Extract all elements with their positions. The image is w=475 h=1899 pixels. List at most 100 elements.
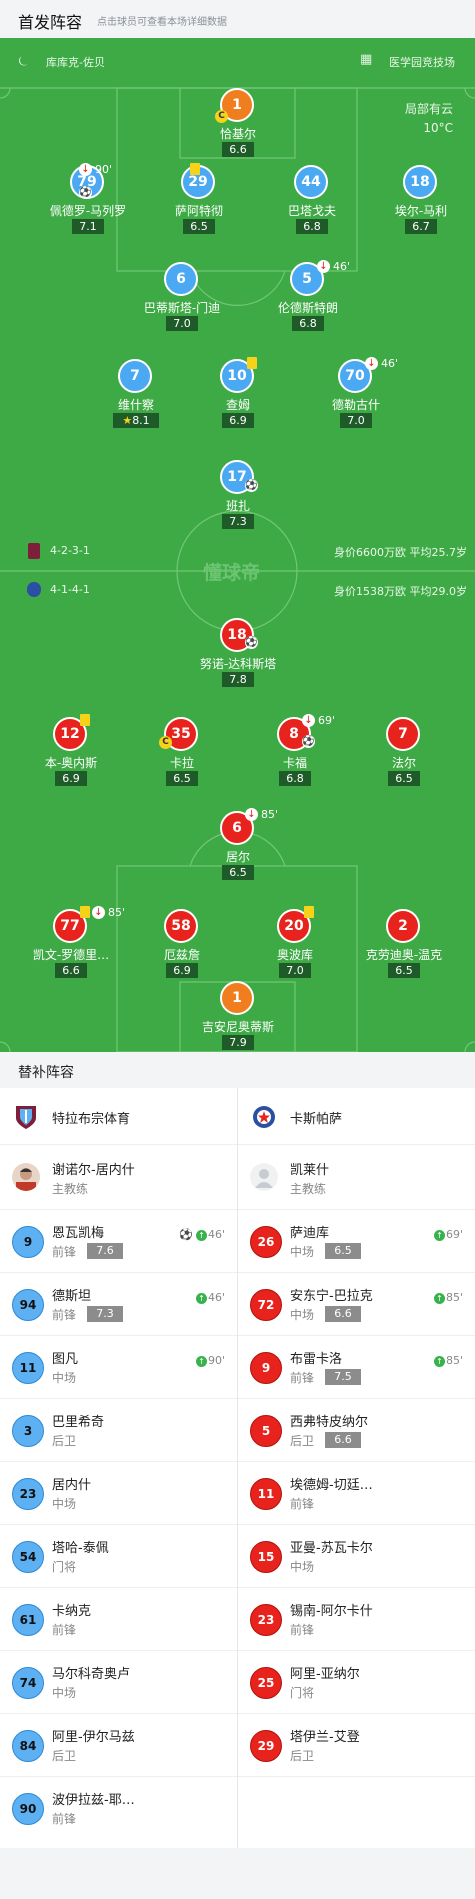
sub-number: 54 (12, 1541, 44, 1573)
sub-name: 恩瓦凯梅 (52, 1226, 105, 1241)
sub-time: 85' (108, 906, 126, 919)
sub-row[interactable]: 29 塔伊兰-艾登 后卫 (238, 1714, 475, 1777)
player-home-0[interactable]: 1 恰基尔 6.6 (183, 88, 293, 158)
subs-title: 替补阵容 (18, 1065, 74, 1081)
sub-row[interactable]: 72 安东宁-巴拉克 中场 6.6 ↑ 85' (238, 1273, 475, 1336)
sub-row[interactable]: 9 布雷卡洛 前锋 7.5 ↑ 85' (238, 1336, 475, 1399)
sub-out-icon: ↓ (365, 357, 378, 370)
sub-row[interactable]: 94 德斯坦 前锋 7.3 ↑ 46' (0, 1273, 237, 1336)
player-away-4[interactable]: 7 法尔 6.5 (349, 717, 459, 787)
sub-row[interactable]: 5 西弗特皮纳尔 后卫 6.6 (238, 1399, 475, 1462)
player-rating: 6.5 (388, 771, 420, 786)
sub-row[interactable]: 11 埃德姆-切廷… 前锋 (238, 1462, 475, 1525)
lineup-title: 首发阵容 (18, 13, 83, 32)
coach-role: 主教练 (290, 1182, 327, 1196)
sub-row[interactable]: 74 马尔科奇奥卢 中场 (0, 1651, 237, 1714)
sub-position: 前锋 (52, 1245, 77, 1259)
sub-position: 门将 (290, 1686, 315, 1700)
player-away-7[interactable]: 58 厄兹詹 6.9 (127, 909, 237, 979)
sub-position: 前锋 (52, 1812, 77, 1826)
sub-position: 后卫 (290, 1434, 315, 1448)
sub-row[interactable]: 23 居内什 中场 (0, 1462, 237, 1525)
player-away-1[interactable]: 12 本-奥内斯 6.9 (16, 717, 126, 787)
home-value: 身价6600万欧 平均25.7岁 (334, 546, 467, 559)
sub-name: 萨迪库 (290, 1226, 330, 1241)
trabzonspor-logo-icon (16, 1106, 36, 1129)
player-away-9[interactable]: 2 克劳迪奥-温克 6.5 (349, 909, 459, 979)
sub-row[interactable]: 3 巴里希奇 后卫 (0, 1399, 237, 1462)
sub-number: 23 (12, 1478, 44, 1510)
sub-position: 中场 (290, 1308, 315, 1322)
goal-icon: ⚽ (245, 479, 258, 492)
away-value: 身价1538万欧 平均29.0岁 (334, 585, 467, 598)
sub-row[interactable]: 26 萨迪库 中场 6.5 ↑ 69' (238, 1210, 475, 1273)
sub-row[interactable]: 9 恩瓦凯梅 前锋 7.6 ⚽ ↑ 46' (0, 1210, 237, 1273)
sub-row[interactable]: 54 塔哈-泰佩 门将 (0, 1525, 237, 1588)
sub-name: 安东宁-巴拉克 (290, 1289, 373, 1304)
home-coach-row[interactable]: 谢诺尔-居内什 主教练 (0, 1145, 237, 1210)
player-rating: 7.9 (222, 1035, 254, 1050)
sub-name: 亚曼-苏瓦卡尔 (290, 1541, 373, 1556)
player-name: 埃尔-马利 (394, 204, 448, 218)
player-rating: 7.0 (340, 413, 372, 428)
sub-position: 后卫 (52, 1749, 77, 1763)
sub-row[interactable]: 23 锡南-阿尔卡什 前锋 (238, 1588, 475, 1651)
player-rating: 6.9 (222, 413, 254, 428)
captain-icon: C (159, 736, 172, 749)
sub-name: 西弗特皮纳尔 (290, 1415, 369, 1430)
yellow-card-icon (304, 906, 314, 918)
player-name: 萨阿特彻 (174, 204, 223, 218)
player-away-0[interactable]: 18 努诺-达科斯塔 7.8 (183, 618, 293, 688)
coach-name: 谢诺尔-居内什 (52, 1163, 135, 1178)
sub-out-icon: ↓ (302, 714, 315, 727)
yellow-card-icon (80, 714, 90, 726)
home-subs-column: 特拉布宗体育 谢诺尔-居内什 主教练 9 恩瓦凯梅 前锋 7.6 ⚽ ↑ 46' 9… (0, 1088, 237, 1840)
player-away-3[interactable]: 8 卡福 6.8 (240, 717, 350, 787)
sub-number: 9 (12, 1226, 44, 1258)
kasimpasa-logo-icon (253, 1106, 275, 1128)
sub-rating: 6.6 (325, 1306, 361, 1322)
coach-name: 凯莱什 (290, 1163, 330, 1178)
sub-number: 29 (250, 1730, 282, 1762)
sub-row[interactable]: 61 卡纳克 前锋 (0, 1588, 237, 1651)
player-away-5[interactable]: 6 居尔 6.5 (183, 811, 293, 881)
player-home-7[interactable]: 7 维什察 ★8.1 (81, 359, 191, 429)
temperature: 10°C (423, 121, 453, 135)
goal-icon: ⚽ (179, 1228, 193, 1241)
home-team-row: 特拉布宗体育 (0, 1088, 237, 1145)
sub-row[interactable]: 11 图凡 中场 ↑ 90' (0, 1336, 237, 1399)
sub-row[interactable]: 15 亚曼-苏瓦卡尔 中场 (238, 1525, 475, 1588)
sub-row[interactable]: 84 阿里-伊尔马兹 后卫 (0, 1714, 237, 1777)
player-home-4[interactable]: 18 埃尔-马利 6.7 (366, 165, 475, 235)
sub-rating: 7.3 (87, 1306, 123, 1322)
sub-row[interactable]: 25 阿里-亚纳尔 门将 (238, 1651, 475, 1714)
player-rating: 6.8 (292, 316, 324, 331)
sub-in-icon: ↑ (433, 1355, 445, 1367)
player-name: 恰基尔 (219, 127, 256, 141)
sub-position: 前锋 (290, 1497, 315, 1511)
player-away-8[interactable]: 20 奥波库 7.0 (240, 909, 350, 979)
sub-rating: 6.6 (325, 1432, 361, 1448)
player-home-10[interactable]: 17 班扎 7.3 (183, 460, 293, 530)
player-away-6[interactable]: 77 凯文-罗德里… 6.6 (16, 909, 126, 979)
sub-status: ↑ 85' (433, 1354, 463, 1367)
player-home-3[interactable]: 44 巴塔戈夫 6.8 (257, 165, 367, 235)
player-away-10[interactable]: 1 吉安尼奥蒂斯 7.9 (183, 981, 293, 1051)
player-rating: 6.6 (222, 142, 254, 157)
player-home-8[interactable]: 10 查姆 6.9 (183, 359, 293, 429)
sub-name: 波伊拉兹-耶… (52, 1793, 135, 1808)
sub-in-icon: ↑ (195, 1355, 207, 1367)
player-rating: 7.3 (222, 514, 254, 529)
player-away-2[interactable]: 35 卡拉 6.5 (127, 717, 237, 787)
player-home-2[interactable]: 29 萨阿特彻 6.5 (144, 165, 254, 235)
player-home-5[interactable]: 6 巴蒂斯塔-门迪 7.0 (127, 262, 237, 332)
sub-row[interactable]: 90 波伊拉兹-耶… 前锋 (0, 1777, 237, 1840)
player-rating: 7.0 (279, 963, 311, 978)
sub-number: 90 (12, 1793, 44, 1825)
sub-name: 阿里-亚纳尔 (290, 1667, 360, 1682)
player-name: 班扎 (225, 499, 250, 513)
whistle-icon: ⏾ (18, 54, 29, 69)
player-rating: 7.1 (72, 219, 104, 234)
away-coach-row[interactable]: 凯莱什 主教练 (238, 1145, 475, 1210)
player-number: 18 (403, 165, 437, 199)
